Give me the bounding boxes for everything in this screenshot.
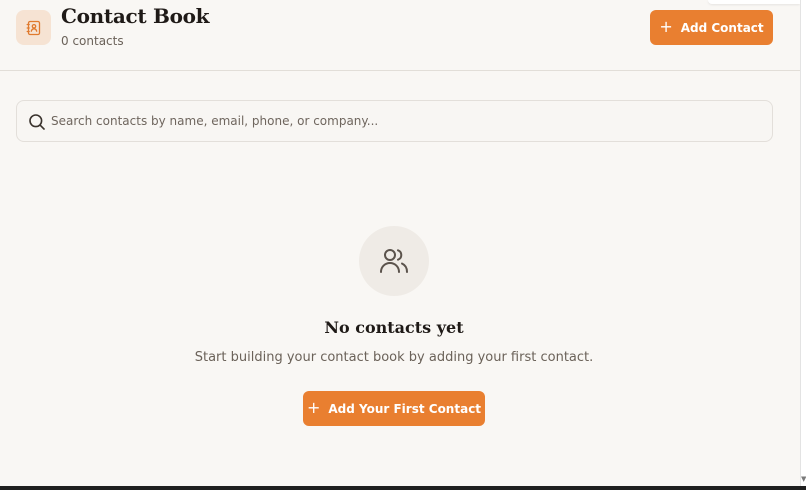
page-title: Contact Book: [61, 4, 210, 28]
empty-state-description: Start building your contact book by addi…: [194, 350, 594, 365]
search-bar: [16, 100, 773, 142]
contact-book-icon: [16, 10, 51, 45]
add-first-contact-label: Add Your First Contact: [328, 401, 482, 416]
vertical-scrollbar[interactable]: [800, 0, 806, 486]
browser-corner-tab: [708, 0, 800, 4]
app-header: Contact Book 0 contacts + Add Contact: [0, 0, 800, 71]
empty-state-title: No contacts yet: [324, 318, 464, 337]
window-bottom-border: [0, 486, 806, 490]
contact-book-app: Contact Book 0 contacts + Add Contact No…: [0, 0, 800, 486]
contact-count: 0 contacts: [61, 34, 124, 48]
search-icon: [29, 114, 45, 130]
search-input[interactable]: [51, 102, 751, 140]
add-contact-button[interactable]: + Add Contact: [650, 10, 773, 45]
plus-icon: +: [306, 398, 321, 417]
add-contact-label: Add Contact: [680, 20, 764, 35]
add-first-contact-button[interactable]: + Add Your First Contact: [303, 391, 485, 426]
empty-state-icon-circle: [359, 226, 429, 296]
users-icon: [380, 249, 408, 273]
scroll-down-arrow-icon[interactable]: ▼: [801, 474, 806, 484]
plus-icon: +: [659, 17, 673, 36]
